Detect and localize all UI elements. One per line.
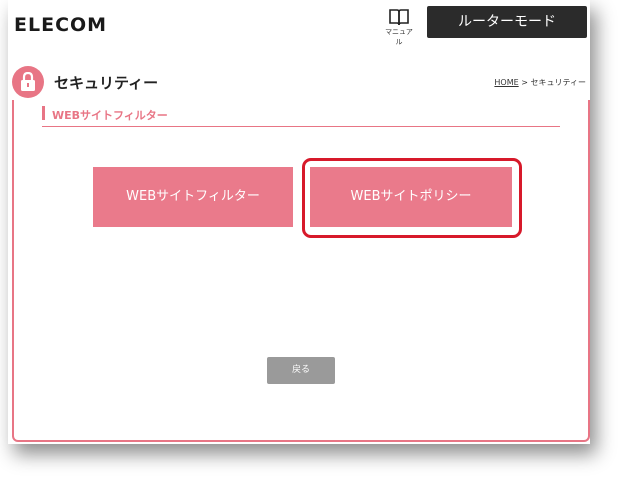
manual-label: マニュアル — [385, 28, 413, 46]
breadcrumb-home-link[interactable]: HOME — [494, 78, 518, 87]
content-panel: WEBサイトフィルター WEBサイトフィルター WEBサイトポリシー 戻る — [12, 100, 590, 442]
page-title: セキュリティー — [54, 74, 159, 92]
section-heading-text: WEBサイトフィルター — [52, 109, 168, 122]
manual-button[interactable]: マニュアル — [382, 8, 416, 46]
lock-icon — [12, 66, 44, 98]
router-admin-window: ELECOM マニュアル ルーターモード セキュリティー HOME > セキュリ… — [8, 0, 590, 444]
web-site-filter-button[interactable]: WEBサイトフィルター — [93, 167, 293, 227]
elecom-logo: ELECOM — [14, 14, 108, 36]
breadcrumb-current: セキュリティー — [530, 78, 586, 87]
section-accent-bar — [42, 106, 45, 120]
section-heading: WEBサイトフィルター — [42, 104, 560, 127]
header: ELECOM マニュアル ルーターモード — [8, 0, 590, 58]
back-button[interactable]: 戻る — [267, 357, 335, 384]
highlight-outline — [302, 158, 522, 238]
breadcrumb-separator: > — [518, 78, 531, 87]
book-icon — [389, 9, 409, 26]
breadcrumb: HOME > セキュリティー — [494, 77, 586, 88]
router-mode-badge: ルーターモード — [427, 6, 587, 38]
title-bar: セキュリティー HOME > セキュリティー — [8, 64, 590, 100]
